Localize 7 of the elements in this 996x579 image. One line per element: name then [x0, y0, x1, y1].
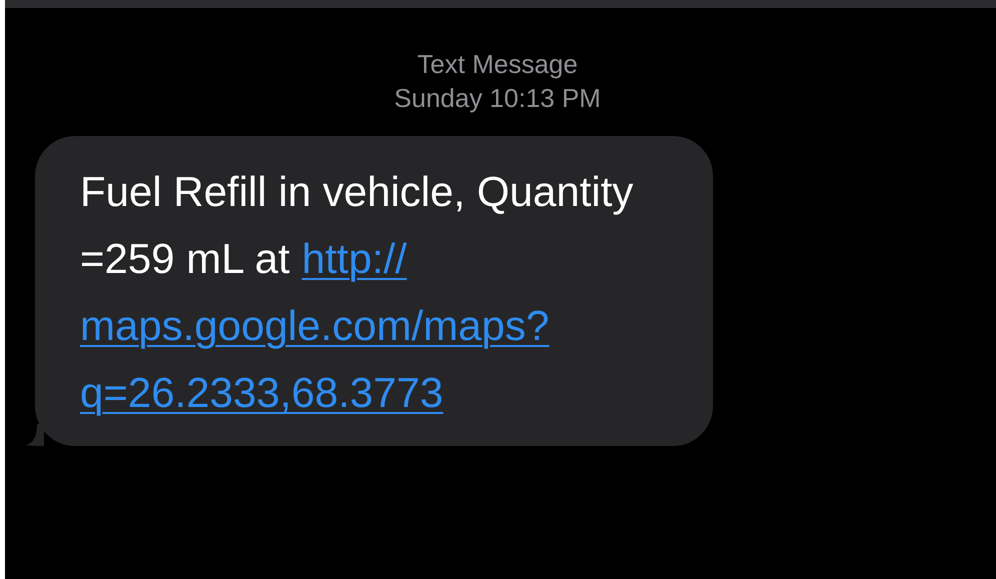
map-link[interactable]: maps.google.com/maps? [80, 292, 550, 359]
message-text: Fuel Refill in vehicle, Quantity [80, 167, 634, 217]
message-text: =259 mL at [80, 234, 290, 284]
map-link[interactable]: http:// [302, 225, 407, 292]
message-timestamp: Sunday 10:13 PM [394, 82, 601, 114]
conversation-type-label: Text Message [417, 48, 578, 80]
map-link[interactable]: q=26.2333,68.3773 [80, 359, 444, 426]
